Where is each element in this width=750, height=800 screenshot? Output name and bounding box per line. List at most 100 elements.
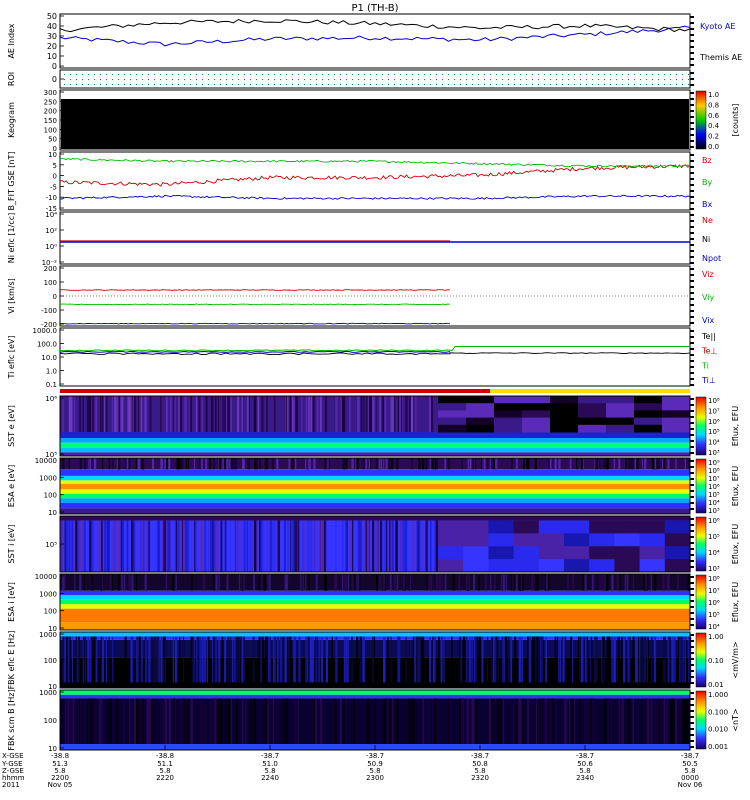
sst-e-block bbox=[438, 424, 467, 433]
esa-e-streak bbox=[224, 458, 226, 470]
fbk-b-streak bbox=[427, 698, 430, 744]
esa-i-streak bbox=[593, 574, 595, 591]
esa-i-streak bbox=[626, 574, 628, 591]
sst-e-streak bbox=[184, 396, 187, 432]
esa-i-streak bbox=[666, 574, 668, 591]
fbk-b-streak bbox=[389, 698, 392, 744]
sst-i-block bbox=[639, 546, 666, 560]
fbk-e-streak bbox=[284, 636, 286, 683]
fbk-e-streak bbox=[260, 636, 262, 683]
esa-e-streak bbox=[193, 458, 196, 470]
esa-e-streak bbox=[569, 458, 572, 470]
esa-e-streak bbox=[365, 458, 368, 470]
esa-i-streak bbox=[604, 574, 606, 591]
fbk-b-streak bbox=[343, 698, 345, 744]
fbk-e-streak bbox=[273, 636, 276, 683]
fbk-b-streak bbox=[294, 698, 297, 744]
sst-e-streak bbox=[289, 396, 292, 432]
roi-dot bbox=[226, 74, 227, 75]
roi-dot bbox=[238, 74, 239, 75]
sst-e-block bbox=[578, 396, 607, 404]
roi-dot bbox=[310, 84, 311, 85]
esa-e-streak bbox=[291, 458, 293, 470]
roi-dot bbox=[340, 84, 341, 85]
sst-i-streak bbox=[212, 520, 214, 572]
esa-e-streak bbox=[213, 458, 215, 470]
roi-dot bbox=[496, 84, 497, 85]
fbk-b-streak bbox=[123, 698, 125, 744]
xaxis-tick-value: -38.7 bbox=[261, 752, 279, 760]
mode-bar-fast bbox=[490, 389, 690, 393]
esa-e-streak bbox=[523, 458, 525, 470]
roi-dot bbox=[166, 79, 167, 80]
esa-e-streak bbox=[630, 458, 633, 470]
sst-i-streak bbox=[395, 520, 398, 572]
sst-e-streak bbox=[405, 396, 408, 432]
roi-dot bbox=[454, 74, 455, 75]
esa-i-streak bbox=[62, 574, 65, 591]
fbk-b-streak bbox=[392, 698, 394, 744]
roi-dot bbox=[118, 84, 119, 85]
esa-i-cb-label: Eflux, EFU bbox=[731, 582, 740, 623]
fbk-b-streak bbox=[344, 698, 347, 744]
esa-i-streak bbox=[324, 574, 327, 591]
roi-dot bbox=[448, 74, 449, 75]
esa-e-streak bbox=[227, 458, 229, 470]
fbk-e-streak bbox=[315, 636, 317, 683]
fbk-e-streak bbox=[602, 636, 605, 683]
ae-ytick-label: 0 bbox=[52, 62, 57, 71]
fbk-e-streak bbox=[150, 636, 153, 683]
fbk-e-streak bbox=[473, 636, 476, 683]
roi-dot bbox=[664, 79, 665, 80]
esa-i-streak bbox=[355, 574, 358, 591]
esa-i-streak bbox=[472, 574, 476, 591]
fbk-b-streak bbox=[272, 698, 275, 744]
roi-dot bbox=[622, 74, 623, 75]
esa-i-streak bbox=[191, 574, 193, 591]
roi-dot bbox=[376, 79, 377, 80]
esa-i-streak bbox=[500, 574, 503, 591]
fbk-e-streak bbox=[193, 636, 195, 683]
sst-i-streak bbox=[419, 520, 422, 572]
roi-dot bbox=[88, 84, 89, 85]
roi-dot bbox=[490, 74, 491, 75]
esa-e-streak bbox=[662, 458, 664, 470]
esa-i-streak bbox=[393, 574, 396, 591]
roi-dot bbox=[412, 74, 413, 75]
sst-i-streak bbox=[294, 520, 297, 572]
roi-dot bbox=[118, 79, 119, 80]
roi-dot bbox=[532, 79, 533, 80]
fbk-b-streak bbox=[683, 698, 686, 744]
roi-dot bbox=[382, 84, 383, 85]
fbk-e-streak bbox=[156, 636, 159, 683]
esa-e-ytick-label: 10 bbox=[48, 509, 57, 517]
roi-dot bbox=[490, 84, 491, 85]
sst-i-streak bbox=[174, 520, 176, 572]
roi-dot bbox=[430, 79, 431, 80]
roi-dot bbox=[280, 79, 281, 80]
esa-i-streak bbox=[428, 574, 430, 591]
ae-ytick-label: 40 bbox=[47, 22, 57, 31]
esa-i-streak bbox=[687, 574, 689, 591]
sst-e-block bbox=[662, 396, 691, 404]
fbk-b-streak bbox=[496, 698, 499, 744]
fbk-b-streak bbox=[666, 698, 668, 744]
esa-i-streak bbox=[129, 574, 131, 591]
roi-dot bbox=[310, 79, 311, 80]
sst-i-streak bbox=[68, 520, 71, 572]
sst-e-streak bbox=[179, 396, 182, 432]
roi-dot bbox=[364, 84, 365, 85]
keogram-colorbar bbox=[695, 90, 707, 150]
fbk-e-streak bbox=[618, 636, 620, 683]
sst-i-streak bbox=[196, 520, 198, 572]
sst-e-streak bbox=[257, 396, 260, 432]
fbk-e-streak bbox=[310, 636, 313, 683]
sst-i-streak bbox=[392, 520, 394, 572]
fbk-e-spectrogram bbox=[60, 632, 692, 688]
xaxis-date: Nov 06 bbox=[678, 781, 703, 789]
esa-e-streak bbox=[641, 458, 643, 470]
roi-dot bbox=[298, 79, 299, 80]
roi-dot bbox=[190, 84, 191, 85]
sst-i-block bbox=[488, 533, 515, 547]
sst-i-streak bbox=[266, 520, 268, 572]
